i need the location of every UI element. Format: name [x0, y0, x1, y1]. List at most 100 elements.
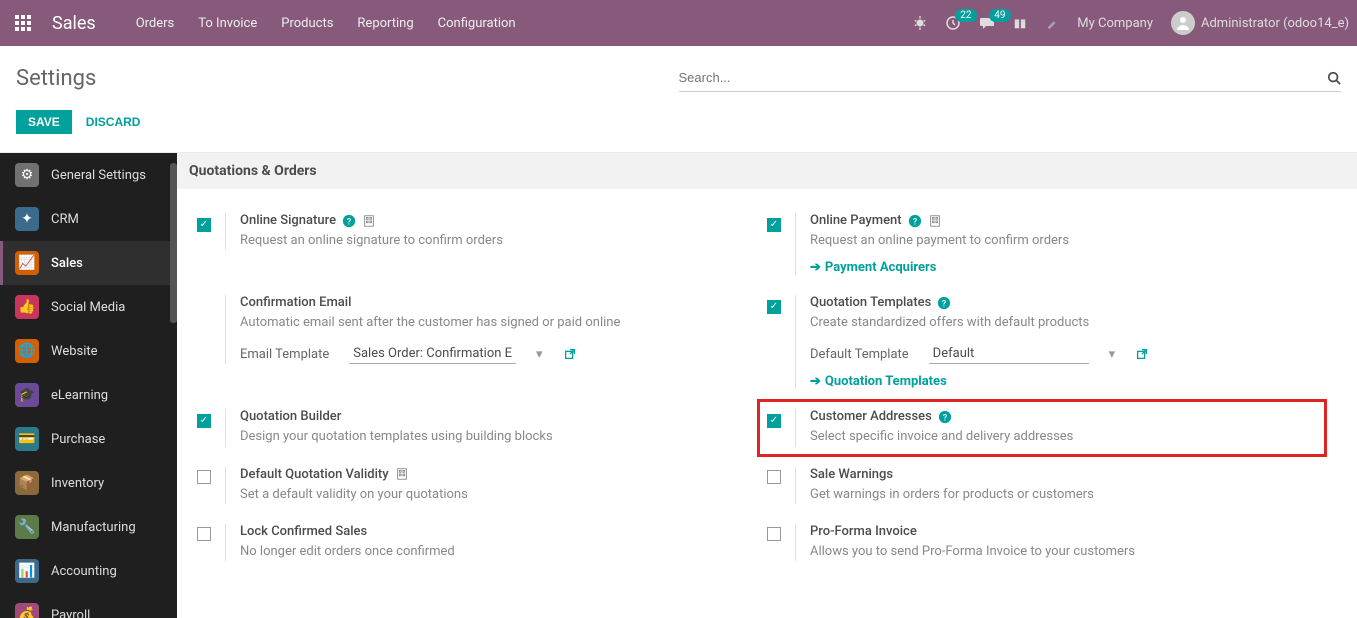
tools-icon[interactable] — [1045, 16, 1059, 30]
setting-lock-confirmed: Lock Confirmed Sales No longer edit orde… — [197, 514, 767, 571]
field-default-template[interactable]: Default — [929, 344, 1089, 364]
module-icon: 💳 — [15, 427, 39, 451]
setting-title-label: Pro-Forma Invoice — [810, 524, 917, 539]
arrow-icon: ➔ — [810, 374, 821, 389]
settings-sidebar: ⚙ General Settings ✦CRM📈Sales👍Social Media… — [0, 153, 177, 618]
enterprise-icon[interactable] — [928, 214, 942, 228]
module-icon: 🌐 — [15, 339, 39, 363]
setting-quotation-builder: Quotation Builder Design your quotation … — [197, 399, 767, 456]
field-label-default-template: Default Template — [810, 347, 909, 362]
sidebar-item-sales[interactable]: 📈Sales — [0, 241, 177, 285]
checkbox-quotation-builder[interactable] — [197, 414, 211, 428]
field-email-template[interactable]: Sales Order: Confirmation E — [349, 344, 516, 364]
activities-badge: 22 — [955, 9, 976, 22]
search-icon[interactable] — [1327, 71, 1341, 85]
module-icon: 🎓 — [15, 383, 39, 407]
arrow-icon: ➔ — [810, 260, 821, 275]
setting-customer-addresses: Customer Addresses ? Select specific inv… — [767, 399, 1337, 456]
link-payment-acquirers[interactable]: ➔ Payment Acquirers — [810, 260, 936, 275]
checkbox-lock-confirmed[interactable] — [197, 527, 211, 541]
scrollbar-thumb[interactable] — [170, 163, 177, 323]
menu-products[interactable]: Products — [281, 16, 333, 31]
checkbox-online-signature[interactable] — [197, 218, 211, 232]
sidebar-item-label: eLearning — [51, 388, 108, 403]
checkbox-sale-warnings[interactable] — [767, 470, 781, 484]
checkbox-online-payment[interactable] — [767, 218, 781, 232]
setting-title-label: Online Signature — [240, 213, 336, 228]
messages-badge: 49 — [989, 9, 1010, 22]
module-icon: 💰 — [15, 603, 39, 618]
brand-title[interactable]: Sales — [52, 13, 96, 34]
company-switcher[interactable]: My Company — [1077, 16, 1153, 31]
svg-text:?: ? — [942, 299, 946, 309]
module-icon: 📈 — [15, 251, 39, 275]
setting-default-validity: Default Quotation Validity Set a default… — [197, 457, 767, 514]
menu-configuration[interactable]: Configuration — [438, 16, 516, 31]
setting-online-signature: Online Signature ? Request an online sig… — [197, 203, 767, 285]
sidebar-item-social-media[interactable]: 👍Social Media — [0, 285, 177, 329]
sidebar-item-purchase[interactable]: 💳Purchase — [0, 417, 177, 461]
activities-icon[interactable]: 22 — [945, 15, 961, 31]
menu-to-invoice[interactable]: To Invoice — [198, 16, 257, 31]
checkbox-default-validity[interactable] — [197, 470, 211, 484]
setting-desc: Automatic email sent after the customer … — [240, 314, 747, 332]
enterprise-icon[interactable] — [362, 214, 376, 228]
page-title: Settings — [16, 66, 679, 91]
control-panel: Settings SAVE DISCARD — [0, 46, 1357, 153]
sidebar-item-label: Accounting — [51, 564, 117, 579]
external-link-icon[interactable] — [563, 347, 577, 361]
discard-button[interactable]: DISCARD — [86, 115, 141, 129]
messages-icon[interactable]: 49 — [979, 15, 995, 31]
sidebar-item-website[interactable]: 🌐Website — [0, 329, 177, 373]
systray: 22 49 My Company Administrator (odoo14_e… — [913, 11, 1349, 35]
setting-online-payment: Online Payment ? Request an online payme… — [767, 203, 1337, 285]
setting-title-label: Sale Warnings — [810, 467, 893, 482]
main-menu: Orders To Invoice Products Reporting Con… — [136, 16, 516, 31]
module-icon: 👍 — [15, 295, 39, 319]
search-box[interactable] — [679, 64, 1342, 92]
sidebar-item-manufacturing[interactable]: 🔧Manufacturing — [0, 505, 177, 549]
setting-quotation-templates: Quotation Templates ? Create standardize… — [767, 285, 1337, 399]
sidebar-item-payroll[interactable]: 💰Payroll — [0, 593, 177, 618]
menu-reporting[interactable]: Reporting — [357, 16, 413, 31]
setting-title-label: Online Payment — [810, 213, 902, 228]
sidebar-item-label: General Settings — [51, 168, 146, 183]
sidebar-item-general-settings[interactable]: ⚙ General Settings — [0, 153, 177, 197]
help-icon[interactable]: ? — [937, 296, 951, 310]
setting-desc: Create standardized offers with default … — [810, 314, 1317, 332]
dropdown-caret-icon[interactable]: ▾ — [1109, 347, 1116, 362]
setting-title-label: Default Quotation Validity — [240, 467, 389, 482]
sidebar-item-inventory[interactable]: 📦Inventory — [0, 461, 177, 505]
enterprise-icon[interactable] — [395, 467, 409, 481]
module-icon: ⚙ — [15, 163, 39, 187]
setting-title-label: Quotation Templates — [810, 295, 931, 310]
highlight-box — [757, 399, 1327, 456]
apps-icon[interactable] — [8, 8, 38, 38]
user-menu[interactable]: Administrator (odoo14_e) — [1171, 11, 1349, 35]
sidebar-item-label: CRM — [51, 212, 79, 227]
setting-sale-warnings: Sale Warnings Get warnings in orders for… — [767, 457, 1337, 514]
setting-desc: Design your quotation templates using bu… — [240, 428, 747, 446]
save-button[interactable]: SAVE — [16, 110, 72, 134]
debug-icon[interactable] — [913, 16, 927, 30]
checkbox-proforma[interactable] — [767, 527, 781, 541]
menu-orders[interactable]: Orders — [136, 16, 175, 31]
gift-icon[interactable] — [1013, 16, 1027, 30]
setting-desc: Request an online signature to confirm o… — [240, 232, 747, 250]
sidebar-item-elearning[interactable]: 🎓 eLearning — [0, 373, 177, 417]
user-name: Administrator (odoo14_e) — [1201, 16, 1349, 31]
avatar — [1171, 11, 1195, 35]
search-input[interactable] — [679, 66, 1328, 89]
external-link-icon[interactable] — [1135, 347, 1149, 361]
checkbox-quotation-templates[interactable] — [767, 300, 781, 314]
link-quotation-templates[interactable]: ➔ Quotation Templates — [810, 374, 947, 389]
help-icon[interactable]: ? — [342, 214, 356, 228]
setting-confirmation-email: Confirmation Email Automatic email sent … — [197, 285, 767, 399]
navbar: Sales Orders To Invoice Products Reporti… — [0, 0, 1357, 46]
help-icon[interactable]: ? — [908, 214, 922, 228]
dropdown-caret-icon[interactable]: ▾ — [536, 347, 543, 362]
sidebar-item-crm[interactable]: ✦CRM — [0, 197, 177, 241]
sidebar-item-accounting[interactable]: 📊Accounting — [0, 549, 177, 593]
setting-proforma: Pro-Forma Invoice Allows you to send Pro… — [767, 514, 1337, 571]
field-label-email-template: Email Template — [240, 347, 329, 362]
